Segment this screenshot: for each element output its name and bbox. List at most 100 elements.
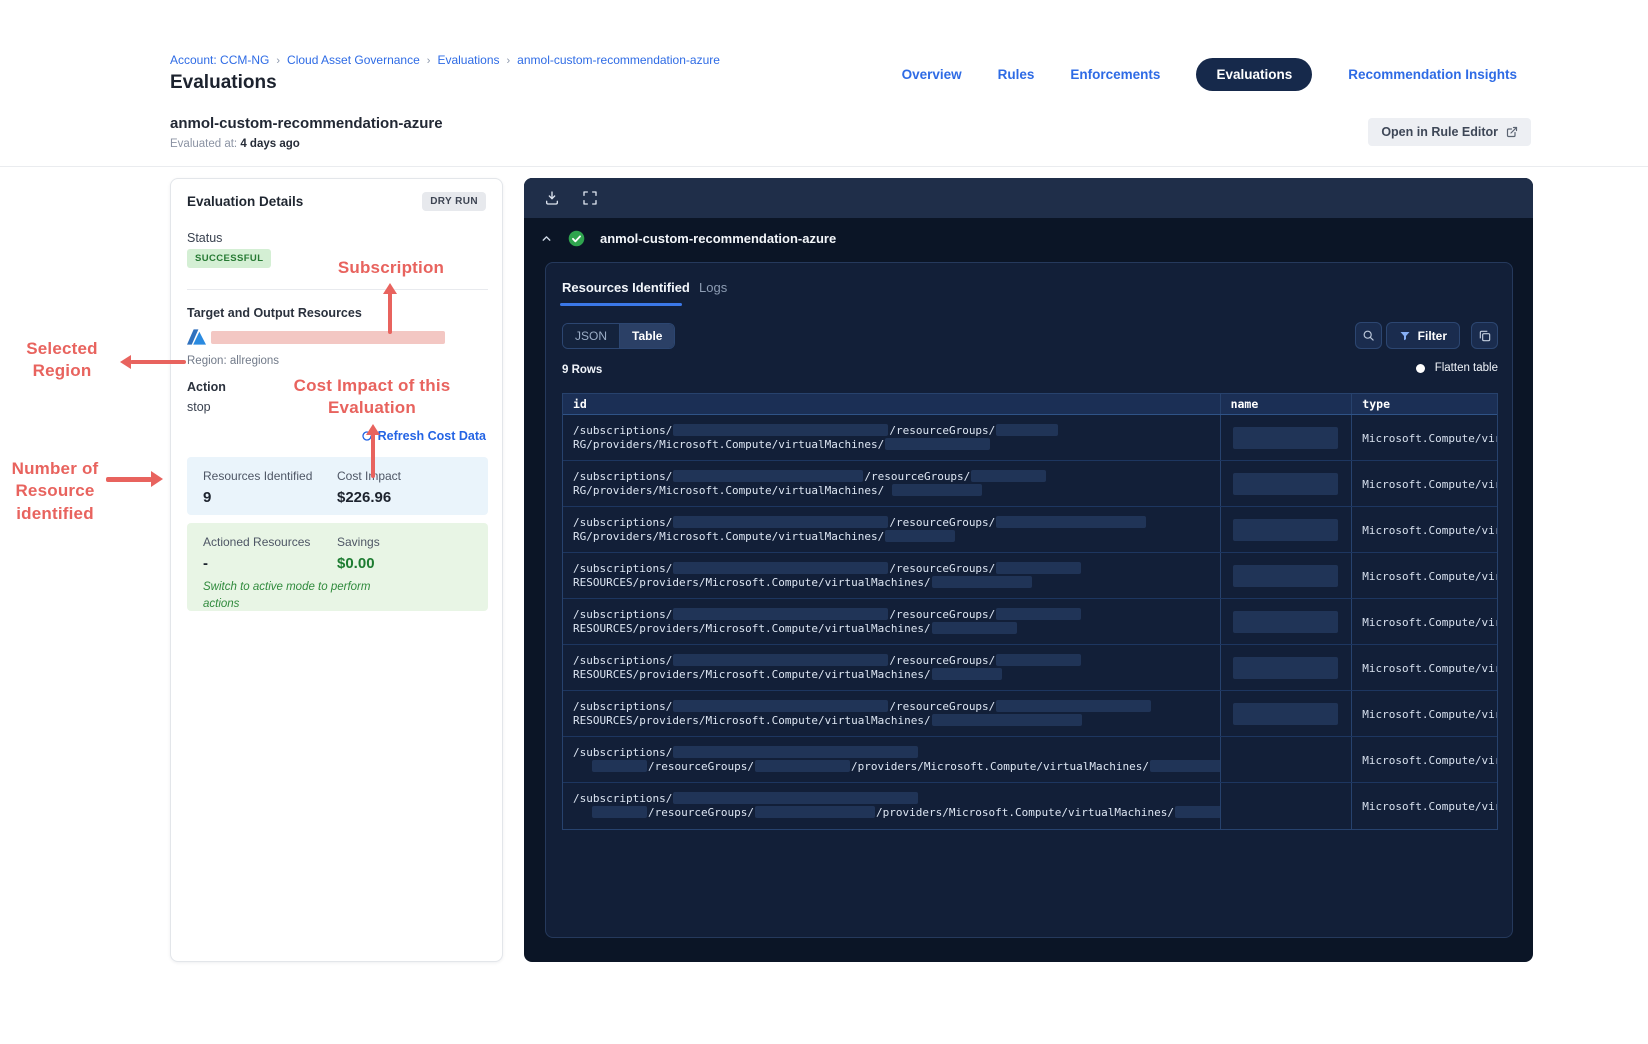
redacted-name bbox=[1232, 565, 1338, 587]
switch-active-mode-note: Switch to active mode to perform actions bbox=[203, 581, 371, 610]
flatten-table-label: Flatten table bbox=[1434, 362, 1498, 374]
column-header-id[interactable]: id bbox=[563, 394, 1221, 414]
page-title: Evaluations bbox=[170, 72, 277, 93]
redacted-value bbox=[673, 470, 864, 482]
actioned-savings-box: Actioned Resources - Savings $0.00 Switc… bbox=[187, 523, 488, 611]
redacted-value bbox=[592, 760, 647, 772]
breadcrumb-chevron-icon: › bbox=[276, 55, 281, 67]
filter-icon bbox=[1399, 330, 1411, 342]
tab-recommendation-insights[interactable]: Recommendation Insights bbox=[1348, 67, 1517, 82]
fullscreen-icon[interactable] bbox=[582, 190, 598, 206]
resources-table-body: /subscriptions//resourceGroups/RG/provid… bbox=[563, 415, 1497, 829]
annotation-selected-region-arrow bbox=[120, 355, 186, 369]
redacted-value bbox=[673, 746, 919, 758]
toggle-table[interactable]: Table bbox=[620, 324, 675, 348]
redacted-name bbox=[1232, 657, 1338, 679]
redacted-value bbox=[931, 576, 1032, 588]
region-label: Region: allregions bbox=[187, 355, 280, 367]
download-icon[interactable] bbox=[544, 190, 560, 206]
type-cell: Microsoft.Compute/virtu bbox=[1362, 800, 1497, 813]
actioned-resources-label: Actioned Resources bbox=[203, 535, 311, 549]
tab-overview[interactable]: Overview bbox=[902, 67, 962, 82]
tab-enforcements[interactable]: Enforcements bbox=[1070, 67, 1160, 82]
redacted-value bbox=[673, 562, 889, 574]
annotation-selected-region: Selected Region bbox=[26, 339, 98, 381]
table-row: /subscriptions//resourceGroups/RG/provid… bbox=[563, 461, 1497, 507]
redacted-value bbox=[673, 700, 889, 712]
breadcrumb-item-rule[interactable]: anmol-custom-recommendation-azure bbox=[517, 53, 720, 67]
redacted-name bbox=[1232, 473, 1338, 495]
collapse-chevron-icon[interactable] bbox=[540, 232, 553, 245]
search-icon[interactable] bbox=[1355, 322, 1382, 349]
divider bbox=[187, 289, 488, 290]
type-cell: Microsoft.Compute/virtu bbox=[1362, 662, 1497, 675]
breadcrumb-chevron-icon: › bbox=[426, 55, 431, 67]
divider bbox=[0, 166, 1648, 167]
table-row: /subscriptions//resourceGroups/RESOURCES… bbox=[563, 599, 1497, 645]
redacted-value bbox=[1149, 760, 1220, 772]
redacted-value bbox=[931, 622, 1017, 634]
evaluation-output-panel: anmol-custom-recommendation-azure Resour… bbox=[524, 178, 1533, 962]
redacted-value bbox=[885, 438, 991, 450]
evaluation-result-header[interactable]: anmol-custom-recommendation-azure bbox=[540, 230, 836, 247]
success-check-icon bbox=[568, 230, 585, 247]
resources-cost-box: Resources Identified 9 Cost Impact $226.… bbox=[187, 457, 488, 515]
redacted-value bbox=[996, 700, 1152, 712]
redacted-value bbox=[673, 516, 889, 528]
tab-logs[interactable]: Logs bbox=[699, 280, 727, 295]
evaluated-at-label: Evaluated at: bbox=[170, 138, 238, 150]
redacted-value bbox=[891, 484, 982, 496]
table-row: /subscriptions//resourceGroups/RESOURCES… bbox=[563, 645, 1497, 691]
external-link-icon bbox=[1506, 126, 1518, 138]
tab-rules[interactable]: Rules bbox=[998, 67, 1035, 82]
top-nav-tabs: Overview Rules Enforcements Evaluations … bbox=[902, 58, 1517, 91]
redacted-value bbox=[673, 608, 889, 620]
redacted-value bbox=[673, 424, 889, 436]
redacted-value bbox=[592, 806, 647, 818]
table-row: /subscriptions//resourceGroups/RG/provid… bbox=[563, 507, 1497, 553]
redacted-value bbox=[754, 760, 850, 772]
flatten-table-radio[interactable] bbox=[1415, 363, 1425, 373]
resources-card: Resources Identified Logs JSON Table Fil… bbox=[545, 262, 1513, 938]
table-row: /subscriptions//resourceGroups/RESOURCES… bbox=[563, 553, 1497, 599]
tab-evaluations[interactable]: Evaluations bbox=[1196, 58, 1313, 91]
tab-resources-identified[interactable]: Resources Identified bbox=[562, 280, 690, 295]
redacted-name bbox=[1232, 519, 1338, 541]
redacted-name bbox=[1232, 427, 1338, 449]
breadcrumb-item-evaluations[interactable]: Evaluations bbox=[437, 53, 499, 67]
redacted-value bbox=[996, 424, 1059, 436]
breadcrumb-item-governance[interactable]: Cloud Asset Governance bbox=[287, 53, 420, 67]
open-rule-editor-button[interactable]: Open in Rule Editor bbox=[1368, 118, 1531, 146]
breadcrumb-chevron-icon: › bbox=[506, 55, 511, 67]
resources-table: id name type /subscriptions//resourceGro… bbox=[562, 393, 1498, 830]
action-value: stop bbox=[187, 400, 211, 414]
resources-identified-label: Resources Identified bbox=[203, 469, 313, 483]
copy-icon[interactable] bbox=[1471, 322, 1498, 349]
column-header-name[interactable]: name bbox=[1221, 394, 1353, 414]
annotation-resource-count-arrow bbox=[106, 471, 163, 487]
filter-label: Filter bbox=[1417, 328, 1447, 343]
toggle-json[interactable]: JSON bbox=[563, 324, 621, 348]
output-rule-title: anmol-custom-recommendation-azure bbox=[600, 231, 837, 246]
column-header-type[interactable]: type bbox=[1352, 394, 1497, 414]
annotation-resource-count: Number of Resource identified bbox=[11, 459, 99, 523]
evaluated-at: Evaluated at: 4 days ago bbox=[170, 138, 300, 150]
table-row: /subscriptions//resourceGroups/RESOURCES… bbox=[563, 691, 1497, 737]
redacted-value bbox=[996, 516, 1147, 528]
resources-identified-value: 9 bbox=[203, 489, 212, 506]
breadcrumb-item-account[interactable]: Account: CCM-NG bbox=[170, 53, 269, 67]
annotation-subscription: Subscription bbox=[337, 258, 445, 277]
flatten-table-control[interactable]: Flatten table bbox=[1415, 362, 1498, 374]
filter-button[interactable]: Filter bbox=[1385, 322, 1460, 349]
annotation-subscription-arrow bbox=[383, 283, 397, 334]
evaluated-at-value: 4 days ago bbox=[240, 138, 300, 150]
active-tab-underline bbox=[560, 303, 682, 306]
type-cell: Microsoft.Compute/virtu bbox=[1362, 524, 1497, 537]
action-label: Action bbox=[187, 380, 226, 394]
redacted-name bbox=[1232, 611, 1338, 633]
open-rule-editor-label: Open in Rule Editor bbox=[1381, 125, 1498, 139]
annotation-cost-impact: Cost Impact of this Evaluation bbox=[293, 376, 451, 418]
savings-label: Savings bbox=[337, 535, 380, 549]
evaluation-details-card: Evaluation Details DRY RUN Status SUCCES… bbox=[170, 178, 503, 962]
redacted-value bbox=[996, 608, 1082, 620]
